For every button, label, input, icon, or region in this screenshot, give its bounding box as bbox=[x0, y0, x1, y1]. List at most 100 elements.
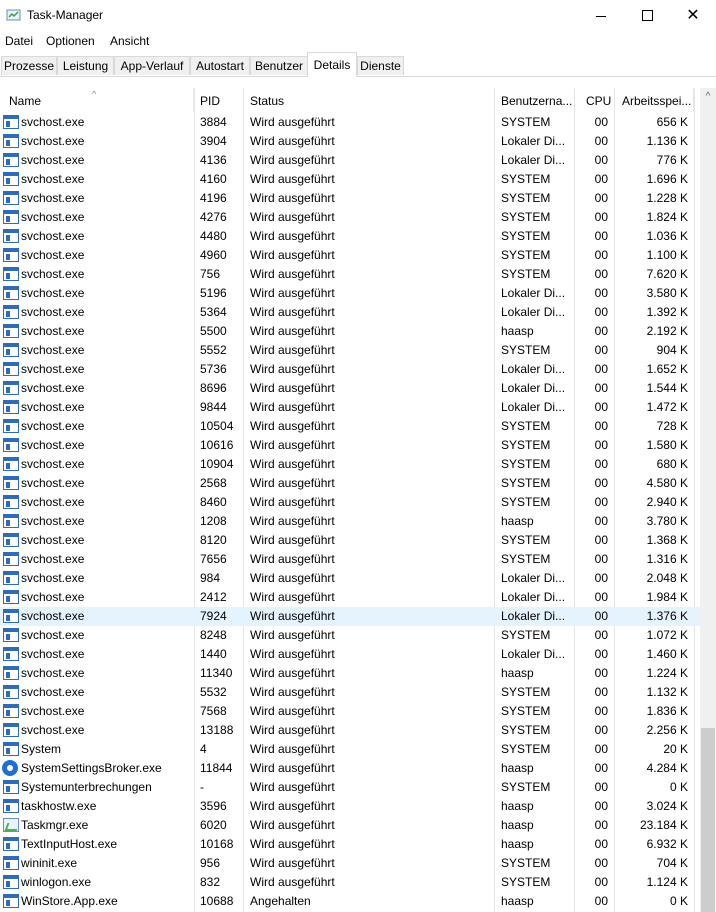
process-status: Wird ausgeführt bbox=[250, 400, 335, 414]
table-row[interactable]: wininit.exe 956 Wird ausgeführt SYSTEM 00 704… bbox=[0, 854, 700, 873]
column-header-name[interactable]: ^ Name bbox=[0, 88, 194, 112]
table-row[interactable]: svchost.exe 4960 Wird ausgeführt SYSTEM 00 1.… bbox=[0, 246, 700, 265]
table-row[interactable]: WinStore.App.exe 10688 Angehalten haasp 00 0 … bbox=[0, 892, 700, 911]
table-row[interactable]: svchost.exe 4196 Wird ausgeführt SYSTEM 00 1.… bbox=[0, 189, 700, 208]
window-icon bbox=[3, 533, 19, 547]
process-cpu: 00 bbox=[594, 381, 608, 395]
table-row[interactable]: svchost.exe 13188 Wird ausgeführt SYSTEM 00 2… bbox=[0, 721, 700, 740]
table-row[interactable]: svchost.exe 5500 Wird ausgeführt haasp 00 2.1… bbox=[0, 322, 700, 341]
process-memory: 1.224 K bbox=[646, 666, 688, 680]
table-row[interactable]: svchost.exe 7924 Wird ausgeführt Lokaler Di… bbox=[0, 607, 700, 626]
table-row[interactable]: svchost.exe 8460 Wird ausgeführt SYSTEM 00 2.… bbox=[0, 493, 700, 512]
process-memory: 1.392 K bbox=[646, 305, 688, 319]
tab-details[interactable]: Details bbox=[307, 52, 357, 77]
process-status: Wird ausgeführt bbox=[250, 742, 335, 756]
process-pid: 9844 bbox=[200, 400, 227, 414]
process-cpu: 00 bbox=[594, 761, 608, 775]
table-row[interactable]: svchost.exe 9844 Wird ausgeführt Lokaler Di… bbox=[0, 398, 700, 417]
tab-app-verlauf[interactable]: App-Verlauf bbox=[114, 56, 190, 75]
table-row[interactable]: svchost.exe 8696 Wird ausgeführt Lokaler Di… bbox=[0, 379, 700, 398]
table-row[interactable]: svchost.exe 1440 Wird ausgeführt Lokaler Di… bbox=[0, 645, 700, 664]
process-pid: 1440 bbox=[200, 647, 227, 661]
maximize-button[interactable] bbox=[624, 0, 670, 31]
process-name: svchost.exe bbox=[21, 533, 85, 547]
process-user: haasp bbox=[501, 324, 534, 338]
table-row[interactable]: svchost.exe 5532 Wird ausgeführt SYSTEM 00 1.… bbox=[0, 683, 700, 702]
table-row[interactable]: svchost.exe 3904 Wird ausgeführt Lokaler Di… bbox=[0, 132, 700, 151]
table-row[interactable]: svchost.exe 8248 Wird ausgeführt SYSTEM 00 1.… bbox=[0, 626, 700, 645]
column-header-status[interactable]: Status bbox=[244, 88, 495, 112]
close-button[interactable]: ✕ bbox=[670, 0, 716, 31]
menu-datei[interactable]: Datei bbox=[5, 34, 33, 48]
process-status: Wird ausgeführt bbox=[250, 210, 335, 224]
tab-benutzer[interactable]: Benutzer bbox=[250, 56, 308, 75]
table-row[interactable]: svchost.exe 4136 Wird ausgeführt Lokaler Di… bbox=[0, 151, 700, 170]
process-user: SYSTEM bbox=[501, 742, 551, 756]
process-pid: 3596 bbox=[200, 799, 227, 813]
process-cpu: 00 bbox=[594, 799, 608, 813]
table-row[interactable]: svchost.exe 756 Wird ausgeführt SYSTEM 00 7.6… bbox=[0, 265, 700, 284]
table-row[interactable]: svchost.exe 4480 Wird ausgeführt SYSTEM 00 1.… bbox=[0, 227, 700, 246]
column-header-cpu[interactable]: CPU bbox=[575, 88, 615, 112]
column-header-memory[interactable]: Arbeitsspei... bbox=[615, 88, 694, 112]
table-row[interactable]: System 4 Wird ausgeführt SYSTEM 00 20 K bbox=[0, 740, 700, 759]
process-memory: 704 K bbox=[656, 856, 688, 870]
window-icon bbox=[3, 115, 19, 129]
process-memory: 0 K bbox=[669, 780, 688, 794]
menu-optionen[interactable]: Optionen bbox=[46, 34, 95, 48]
table-row[interactable]: svchost.exe 5196 Wird ausgeführt Lokaler Di… bbox=[0, 284, 700, 303]
process-user: SYSTEM bbox=[501, 248, 551, 262]
gear-icon bbox=[2, 760, 18, 776]
window-icon bbox=[3, 324, 19, 338]
tab-autostart[interactable]: Autostart bbox=[190, 56, 250, 75]
tab-prozesse[interactable]: Prozesse bbox=[1, 56, 57, 75]
process-name: svchost.exe bbox=[21, 666, 85, 680]
table-row[interactable]: svchost.exe 11340 Wird ausgeführt haasp 00 1.… bbox=[0, 664, 700, 683]
table-row[interactable]: svchost.exe 2412 Wird ausgeführt Lokaler Di… bbox=[0, 588, 700, 607]
process-name: svchost.exe bbox=[21, 419, 85, 433]
table-row[interactable]: svchost.exe 1208 Wird ausgeführt haasp 00 3.7… bbox=[0, 512, 700, 531]
table-row[interactable]: SystemSettingsBroker.exe 11844 Wird ausgef… bbox=[0, 759, 700, 778]
table-row[interactable]: svchost.exe 10904 Wird ausgeführt SYSTEM 00 6… bbox=[0, 455, 700, 474]
process-user: SYSTEM bbox=[501, 115, 551, 129]
table-row[interactable]: svchost.exe 5736 Wird ausgeführt Lokaler Di… bbox=[0, 360, 700, 379]
table-row[interactable]: svchost.exe 10616 Wird ausgeführt SYSTEM 00 1… bbox=[0, 436, 700, 455]
table-row[interactable]: svchost.exe 4276 Wird ausgeführt SYSTEM 00 1.… bbox=[0, 208, 700, 227]
process-user: Lokaler Di... bbox=[501, 286, 566, 300]
tab-leistung[interactable]: Leistung bbox=[57, 56, 114, 75]
table-row[interactable]: svchost.exe 4160 Wird ausgeführt SYSTEM 00 1.… bbox=[0, 170, 700, 189]
tab-dienste[interactable]: Dienste bbox=[357, 56, 404, 75]
process-pid: 7656 bbox=[200, 552, 227, 566]
column-header-pid[interactable]: PID bbox=[194, 88, 244, 112]
table-row[interactable]: svchost.exe 10504 Wird ausgeführt SYSTEM 00 7… bbox=[0, 417, 700, 436]
process-user: Lokaler Di... bbox=[501, 305, 566, 319]
table-row[interactable]: TextInputHost.exe 10168 Wird ausgeführt haa… bbox=[0, 835, 700, 854]
table-row[interactable]: svchost.exe 8120 Wird ausgeführt SYSTEM 00 1.… bbox=[0, 531, 700, 550]
table-row[interactable]: svchost.exe 2568 Wird ausgeführt SYSTEM 00 4.… bbox=[0, 474, 700, 493]
table-row[interactable]: svchost.exe 7568 Wird ausgeführt SYSTEM 00 1.… bbox=[0, 702, 700, 721]
process-user: SYSTEM bbox=[501, 780, 551, 794]
window-icon bbox=[3, 590, 19, 604]
menu-ansicht[interactable]: Ansicht bbox=[110, 34, 149, 48]
process-status: Wird ausgeführt bbox=[250, 495, 335, 509]
process-status: Angehalten bbox=[250, 894, 311, 908]
table-row[interactable]: winlogon.exe 832 Wird ausgeführt SYSTEM 00 1.… bbox=[0, 873, 700, 892]
table-row[interactable]: svchost.exe 7656 Wird ausgeführt SYSTEM 00 1.… bbox=[0, 550, 700, 569]
table-row[interactable]: svchost.exe 5364 Wird ausgeführt Lokaler Di… bbox=[0, 303, 700, 322]
vertical-scrollbar[interactable]: ^ bbox=[700, 88, 716, 912]
table-row[interactable]: svchost.exe 5552 Wird ausgeführt SYSTEM 00 90… bbox=[0, 341, 700, 360]
minimize-button[interactable] bbox=[578, 0, 624, 31]
table-row[interactable]: svchost.exe 984 Wird ausgeführt Lokaler Di.… bbox=[0, 569, 700, 588]
column-header-user[interactable]: Benutzerna... bbox=[495, 88, 575, 112]
process-name: svchost.exe bbox=[21, 400, 85, 414]
process-memory: 1.836 K bbox=[646, 704, 688, 718]
process-name: svchost.exe bbox=[21, 571, 85, 585]
table-row[interactable]: Systemunterbrechungen - Wird ausgeführt SYS… bbox=[0, 778, 700, 797]
table-row[interactable]: svchost.exe 3884 Wird ausgeführt SYSTEM 00 65… bbox=[0, 113, 700, 132]
table-row[interactable]: Taskmgr.exe 6020 Wird ausgeführt haasp 00 23.… bbox=[0, 816, 700, 835]
process-cpu: 00 bbox=[594, 780, 608, 794]
process-name: svchost.exe bbox=[21, 590, 85, 604]
table-row[interactable]: taskhostw.exe 3596 Wird ausgeführt haasp 00 3… bbox=[0, 797, 700, 816]
scrollbar-thumb[interactable] bbox=[701, 728, 715, 912]
scroll-up-icon[interactable]: ^ bbox=[700, 88, 716, 105]
